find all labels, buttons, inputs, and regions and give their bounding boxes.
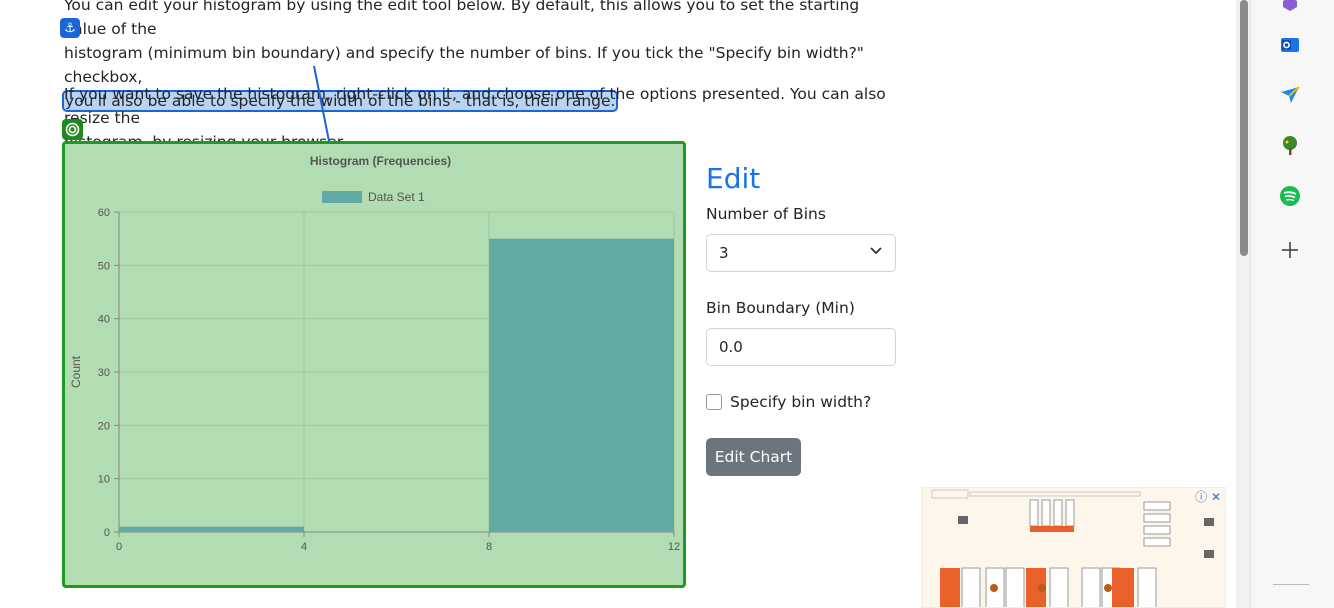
y-axis-label: Count bbox=[69, 355, 83, 388]
edit-title: Edit bbox=[706, 162, 761, 195]
scrollbar-thumb[interactable] bbox=[1240, 0, 1248, 256]
histogram-bar bbox=[489, 238, 674, 532]
add-icon[interactable] bbox=[1278, 238, 1302, 262]
bins-label: Number of Bins bbox=[706, 205, 826, 223]
para1-line1: You can edit your histogram by using the… bbox=[64, 0, 860, 38]
y-tick-label: 60 bbox=[98, 207, 110, 219]
bins-value: 3 bbox=[719, 244, 729, 262]
y-tick-label: 40 bbox=[98, 314, 110, 326]
ad-image bbox=[931, 489, 1214, 607]
x-tick-label: 12 bbox=[668, 541, 680, 553]
y-tick-label: 30 bbox=[98, 367, 110, 379]
y-tick-label: 0 bbox=[104, 527, 110, 539]
anchor-icon[interactable]: ⚓ bbox=[60, 18, 80, 38]
sidebar-divider bbox=[1273, 584, 1309, 585]
para2-line1: If you want to save the histogram, right… bbox=[64, 85, 886, 127]
bins-select[interactable]: 3 bbox=[706, 234, 896, 272]
bin-width-checkbox[interactable] bbox=[706, 394, 722, 410]
x-tick-label: 4 bbox=[301, 541, 307, 553]
chart-title: Histogram (Frequencies) bbox=[310, 154, 451, 168]
chevron-down-icon bbox=[869, 243, 883, 261]
y-tick-label: 20 bbox=[98, 420, 110, 432]
copilot-icon[interactable] bbox=[1278, 0, 1302, 16]
edit-chart-button[interactable]: Edit Chart bbox=[706, 438, 801, 476]
chart-canvas: Histogram (Frequencies) Data Set 1 0 10 20 30… bbox=[69, 154, 680, 553]
x-tick-label: 8 bbox=[486, 541, 492, 553]
ad-close-icon[interactable]: ⓘ ✕ bbox=[1195, 488, 1221, 505]
legend-label: Data Set 1 bbox=[368, 190, 425, 204]
ad-banner[interactable]: ⓘ ✕ bbox=[921, 487, 1226, 608]
y-tick-label: 50 bbox=[98, 260, 110, 272]
tree-icon[interactable] bbox=[1278, 133, 1302, 157]
min-input[interactable]: 0.0 bbox=[706, 328, 896, 366]
bin-width-label[interactable]: Specify bin width? bbox=[730, 393, 871, 411]
outlook-icon[interactable] bbox=[1278, 33, 1302, 57]
target-icon[interactable] bbox=[62, 119, 83, 140]
legend-swatch bbox=[322, 191, 362, 203]
histogram-chart[interactable]: Histogram (Frequencies) Data Set 1 0 10 20 30… bbox=[62, 141, 686, 588]
histogram-bar bbox=[119, 526, 304, 532]
send-icon[interactable] bbox=[1278, 83, 1302, 107]
x-tick-label: 0 bbox=[116, 541, 122, 553]
page: You can edit your histogram by using the… bbox=[0, 0, 1236, 608]
bin-width-row[interactable]: Specify bin width? bbox=[706, 393, 871, 411]
spotify-icon[interactable] bbox=[1278, 184, 1302, 208]
min-label: Bin Boundary (Min) bbox=[706, 299, 855, 317]
browser-sidebar bbox=[1250, 0, 1334, 608]
y-tick-label: 10 bbox=[98, 474, 110, 486]
